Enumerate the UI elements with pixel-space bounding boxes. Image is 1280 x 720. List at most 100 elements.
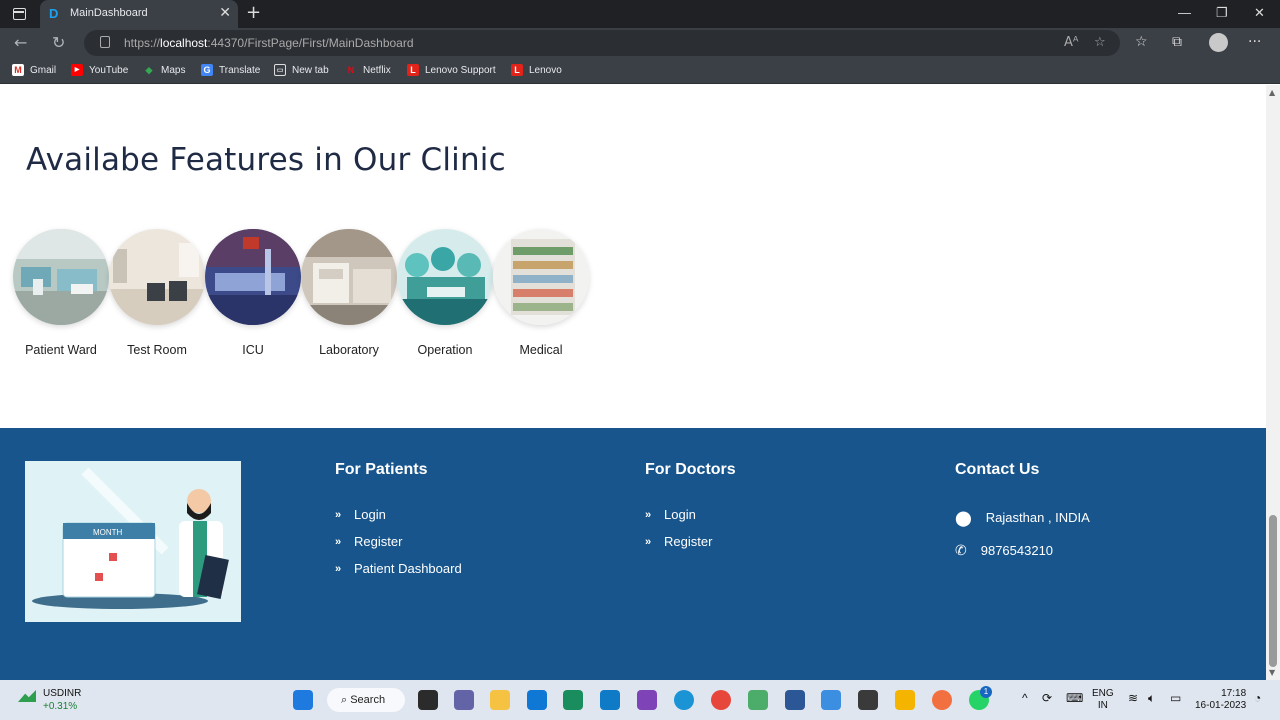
dev-home-icon[interactable] — [858, 690, 878, 710]
doctor-login-link[interactable]: » Login — [645, 501, 736, 528]
laboratory-image — [301, 229, 397, 325]
tab-title: MainDashboard — [70, 7, 148, 19]
edge-icon[interactable] — [674, 690, 694, 710]
doctor-register-link[interactable]: » Register — [645, 528, 736, 555]
patients-column-title: For Patients — [335, 461, 428, 478]
stock-widget[interactable]: USDINR +0.31% — [18, 687, 81, 713]
refresh-icon[interactable]: ↻ — [52, 34, 65, 52]
page-scrollbar[interactable]: ▲ ▼ — [1266, 85, 1280, 680]
lenovo-icon: L — [407, 64, 419, 76]
new-tab-icon[interactable]: + — [246, 4, 261, 22]
feature-medical[interactable]: Medical — [493, 229, 589, 357]
feature-icu[interactable]: ICU — [205, 229, 301, 357]
bookmark-netflix[interactable]: N Netflix — [345, 64, 391, 76]
battery-icon[interactable]: ▭ — [1170, 692, 1181, 704]
bookmark-maps[interactable]: ◆ Maps — [143, 64, 186, 76]
task-view-icon[interactable] — [418, 690, 438, 710]
gmail-icon: M — [12, 64, 24, 76]
contact-column: Contact Us ⬤ Rajasthan , INDIA ✆ 987654321… — [955, 461, 1090, 567]
notepad-icon[interactable] — [821, 690, 841, 710]
windows-start-icon[interactable] — [293, 690, 313, 710]
bookmark-youtube[interactable]: ▶ YouTube — [71, 64, 128, 76]
language-indicator[interactable]: ENG IN — [1092, 688, 1114, 712]
whatsapp-badge: 1 — [980, 686, 992, 698]
more-menu-icon[interactable]: ··· — [1248, 34, 1261, 50]
word-icon[interactable] — [785, 690, 805, 710]
visual-studio-icon[interactable] — [637, 690, 657, 710]
lenovo-icon: L — [511, 64, 523, 76]
double-chevron-right-icon: » — [645, 535, 652, 548]
patient-register-link[interactable]: » Register — [335, 528, 462, 555]
collections-icon[interactable]: ⧉ — [1172, 34, 1182, 50]
patient-dashboard-link[interactable]: » Patient Dashboard — [335, 555, 462, 582]
notifications-icon[interactable]: ◔ — [1254, 692, 1261, 704]
doctor-calendar-illustration: MONTH — [25, 461, 241, 622]
youtube-icon: ▶ — [71, 64, 83, 76]
back-icon[interactable]: ← — [14, 34, 27, 52]
sync-icon[interactable]: ⟳ — [1042, 692, 1052, 704]
page-content: Availabe Features in Our Clinic Patient … — [0, 85, 1266, 680]
postman-icon[interactable] — [932, 690, 952, 710]
bookmark-translate[interactable]: G Translate — [201, 64, 260, 76]
feature-laboratory[interactable]: Laboratory — [301, 229, 397, 357]
stock-delta: +0.31% — [43, 701, 78, 712]
tab-actions-icon[interactable] — [13, 8, 26, 20]
search-icon: ⌕ — [341, 694, 351, 706]
photos-app-icon[interactable] — [563, 690, 583, 710]
google-drive-icon[interactable] — [895, 690, 915, 710]
lock-icon — [100, 36, 110, 48]
profile-avatar[interactable] — [1209, 33, 1228, 52]
maximize-icon[interactable]: ❐ — [1216, 5, 1228, 21]
address-bar-row: ← ↻ https://localhost:44370/FirstPage/Fi… — [0, 28, 1280, 58]
feature-patient-ward[interactable]: Patient Ward — [13, 229, 109, 357]
feature-label: ICU — [242, 343, 264, 357]
double-chevron-right-icon: » — [335, 562, 342, 575]
operation-image — [397, 229, 493, 325]
feature-label: Test Room — [127, 343, 187, 357]
clock[interactable]: 17:18 16-01-2023 — [1195, 688, 1246, 712]
minimize-icon[interactable]: — — [1178, 5, 1191, 20]
contact-column-title: Contact Us — [955, 461, 1040, 478]
bookmark-lenovo-support[interactable]: L Lenovo Support — [407, 64, 496, 76]
teams-chat-icon[interactable] — [454, 690, 474, 710]
patient-login-link[interactable]: » Login — [335, 501, 462, 528]
contact-phone: ✆ 9876543210 — [955, 542, 1054, 558]
scrollbar-thumb[interactable] — [1269, 515, 1277, 667]
scroll-up-icon[interactable]: ▲ — [1269, 88, 1275, 97]
keyboard-icon[interactable]: ⌨ — [1066, 692, 1083, 704]
browser-tab-bar: D MainDashboard ✕ + — ❐ ✕ — [0, 0, 1280, 28]
favorite-star-icon[interactable]: ☆ — [1094, 35, 1106, 50]
test-room-image — [109, 229, 205, 325]
read-aloud-icon[interactable]: Aᴬ — [1064, 35, 1079, 50]
feature-label: Medical — [519, 343, 563, 357]
bookmark-new-tab[interactable]: ▭ New tab — [274, 64, 329, 76]
bookmark-lenovo[interactable]: L Lenovo — [511, 64, 562, 76]
scroll-down-icon[interactable]: ▼ — [1269, 668, 1275, 677]
chrome-icon[interactable] — [711, 690, 731, 710]
tab-main-dashboard[interactable]: D MainDashboard ✕ — [40, 0, 238, 28]
feature-label: Patient Ward — [25, 343, 97, 357]
url-field[interactable]: https://localhost:44370/FirstPage/First/… — [84, 30, 1120, 56]
volume-icon[interactable]: 🔈︎ — [1148, 692, 1155, 704]
outlook-icon[interactable] — [527, 690, 547, 710]
feature-test-room[interactable]: Test Room — [109, 229, 205, 357]
patients-links-column: For Patients » Login » Register » Patient D… — [335, 461, 462, 582]
medical-image — [493, 229, 589, 325]
doctors-links-column: For Doctors » Login » Register — [645, 461, 736, 555]
stock-name: USDINR — [43, 688, 82, 699]
favorites-icon[interactable]: ☆ — [1135, 34, 1148, 50]
maps-icon: ◆ — [145, 65, 153, 75]
snipping-tool-icon[interactable] — [748, 690, 768, 710]
feature-operation[interactable]: Operation — [397, 229, 493, 357]
vscode-icon[interactable] — [600, 690, 620, 710]
bookmarks-bar: M Gmail ▶ YouTube ◆ Maps G Translate ▭ New ta… — [0, 58, 1280, 84]
wifi-icon[interactable]: ≋ — [1128, 692, 1138, 704]
taskbar-search[interactable]: ⌕ Search — [327, 688, 405, 712]
close-tab-icon[interactable]: ✕ — [219, 5, 231, 21]
double-chevron-right-icon: » — [645, 508, 652, 521]
bookmark-gmail[interactable]: M Gmail — [12, 64, 56, 76]
hidden-icons-chevron-icon[interactable]: ^ — [1022, 692, 1028, 704]
site-favicon-icon: D — [49, 6, 59, 21]
file-explorer-icon[interactable] — [490, 690, 510, 710]
window-close-icon[interactable]: ✕ — [1254, 5, 1265, 21]
